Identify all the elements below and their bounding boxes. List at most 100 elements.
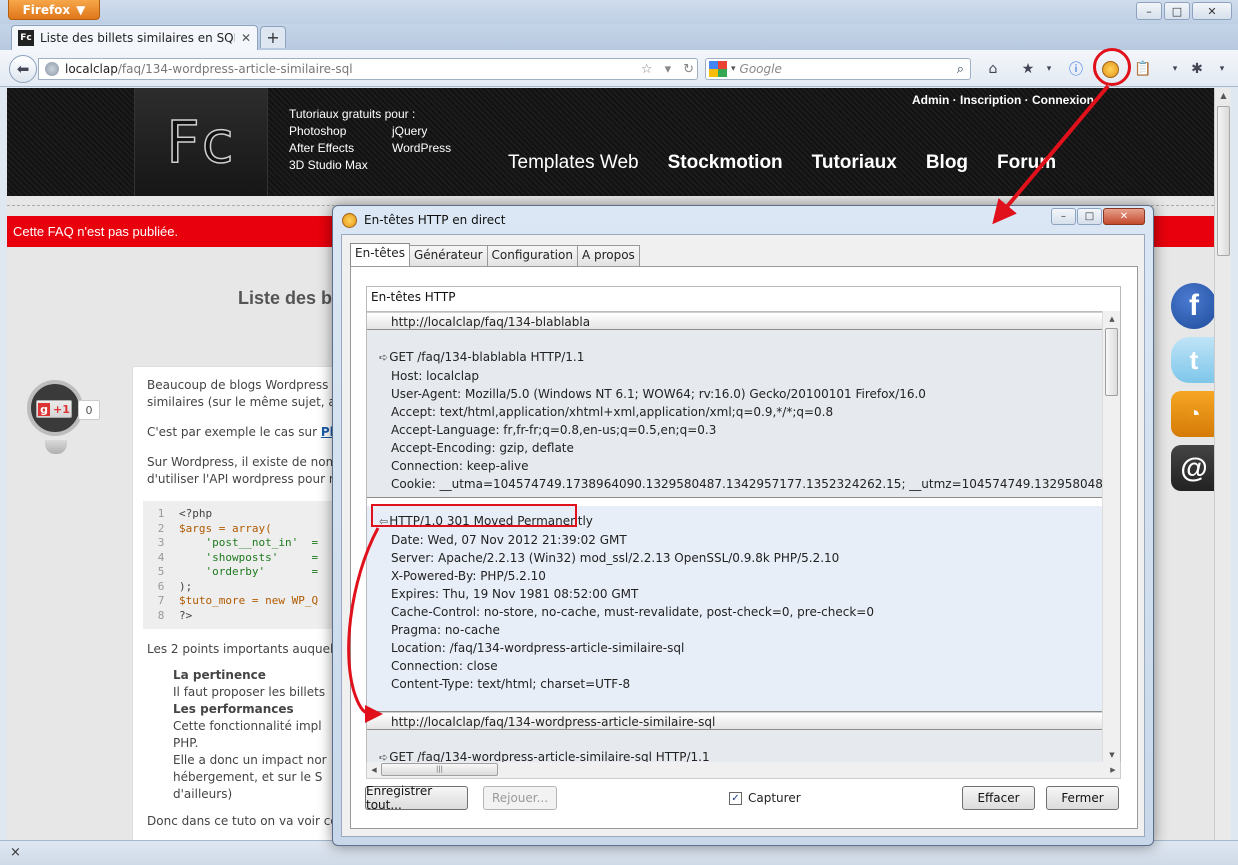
maximize-button[interactable]: □ (1077, 208, 1102, 225)
menu-dropdown-icon[interactable]: ▾ (1212, 59, 1232, 79)
google-icon[interactable] (709, 61, 727, 77)
tab-headers[interactable]: En-têtes (350, 243, 410, 266)
category-link[interactable]: 3D Studio Max (289, 157, 392, 174)
dialog-title: En-têtes HTTP en direct (364, 213, 506, 227)
close-icon[interactable]: × (10, 845, 21, 860)
globe-icon (45, 62, 59, 76)
bookmark-star-icon[interactable]: ☆ (638, 62, 656, 77)
replay-button[interactable]: Rejouer... (483, 786, 557, 810)
scrollbar-thumb[interactable] (1217, 106, 1230, 256)
close-button[interactable]: Fermer (1046, 786, 1119, 810)
tab-generator[interactable]: Générateur (408, 245, 488, 266)
bookmarks-dropdown-icon[interactable]: ▾ (1039, 59, 1059, 79)
nav-item-templates[interactable]: Templates Web (508, 152, 639, 174)
window-controls: – □ ✕ (1136, 2, 1232, 20)
home-icon[interactable]: ⌂ (983, 59, 1003, 79)
headers-list[interactable]: http://localclap/faq/134-blablabla ➪GET … (367, 311, 1102, 763)
account-links[interactable]: Admin · Inscription · Connexion (912, 93, 1094, 107)
tab-active[interactable]: Fc Liste des billets similaires en SQL (… (11, 25, 258, 50)
list-item-text: hébergement, et sur le S (173, 770, 323, 784)
clipboard-icon[interactable]: 📋 (1133, 59, 1153, 79)
category-link[interactable]: After Effects (289, 140, 392, 157)
tab-about[interactable]: A propos (576, 245, 640, 266)
response-headers: ⇦HTTP/1.0 301 Moved Permanently Date: We… (367, 506, 1102, 712)
bookmarks-icon[interactable]: ★ (1018, 59, 1038, 79)
minimize-button[interactable]: – (1051, 208, 1076, 225)
code-text: $tuto_more = new WP_Q (179, 594, 319, 607)
dialog-close-button[interactable]: ✕ (1103, 208, 1145, 225)
scrollbar-thumb[interactable] (1105, 328, 1118, 396)
capture-label: Capturer (748, 791, 801, 805)
rss-icon[interactable]: ◔ (1171, 391, 1214, 437)
dialog-window-controls: – □ ✕ (1051, 208, 1145, 225)
request-url-row[interactable]: http://localclap/faq/134-wordpress-artic… (367, 712, 1102, 730)
line-number: 7 (157, 594, 165, 607)
clipboard-dropdown-icon[interactable]: ▾ (1165, 59, 1185, 79)
minimize-button[interactable]: – (1136, 2, 1162, 20)
save-all-button[interactable]: Enregistrer tout... (365, 784, 468, 812)
request-url-row[interactable]: http://localclap/faq/134-blablabla (367, 312, 1102, 330)
scrollbar-thumb[interactable]: ||| (381, 763, 498, 776)
header-line: Content-Type: text/html; charset=UTF-8 (391, 677, 631, 691)
nav-item-tutoriaux[interactable]: Tutoriaux (812, 152, 897, 174)
extension-icon[interactable]: ✱ (1187, 59, 1207, 79)
list-item-text: Cette fonctionnalité impl (173, 719, 322, 733)
search-bar[interactable]: ▾ Google ⌕ (705, 58, 971, 80)
clear-button[interactable]: Effacer (962, 786, 1035, 810)
tab-close-icon[interactable]: ✕ (241, 31, 251, 45)
new-tab-button[interactable]: + (260, 26, 286, 48)
code-line: 6); (143, 580, 341, 595)
line-number: 4 (157, 550, 165, 564)
list-item-text: d'ailleurs) (173, 787, 233, 801)
list-item-title: La pertinence (173, 668, 266, 682)
twitter-icon[interactable]: t (1171, 337, 1214, 383)
history-dropdown-icon[interactable]: ▾ (662, 62, 675, 77)
window-close-button[interactable]: ✕ (1192, 2, 1232, 20)
info-icon[interactable]: ⓘ (1066, 59, 1086, 79)
annotation-box (371, 504, 577, 527)
article-text: d'utiliser l'API wordpress pour ré (147, 472, 337, 486)
tab-configuration[interactable]: Configuration (486, 245, 578, 266)
scroll-up-icon[interactable]: ▲ (1215, 88, 1232, 104)
firefox-menu-button[interactable]: Firefox ▼ (8, 0, 100, 20)
header-line: User-Agent: Mozilla/5.0 (Windows NT 6.1;… (391, 387, 926, 401)
category-link[interactable]: WordPress (392, 140, 472, 157)
email-icon[interactable]: @ (1171, 445, 1214, 491)
capture-checkbox[interactable]: ✓ (729, 791, 742, 805)
scroll-left-icon[interactable]: ◀ (367, 762, 381, 778)
page-scrollbar[interactable]: ▲ (1214, 88, 1231, 840)
article-text: C'est par exemple le cas sur (147, 425, 321, 439)
code-line: 7 $tuto_more = new WP_Q (143, 594, 341, 609)
gplus-button[interactable]: g +1 (36, 400, 72, 418)
search-engine-dropdown-icon[interactable]: ▾ (731, 64, 736, 74)
headers-vscrollbar[interactable]: ▲ ▼ (1102, 311, 1120, 763)
url-path: /faq/134-wordpress-article-similaire-sql (117, 62, 353, 76)
nav-item-stockmotion[interactable]: Stockmotion (668, 152, 783, 174)
list-item-text: Elle a donc un impact nor (173, 753, 327, 767)
scroll-up-icon[interactable]: ▲ (1103, 311, 1121, 327)
tab-panel: En-têtes HTTP http://localclap/faq/134-b… (350, 266, 1138, 829)
scroll-down-icon[interactable]: ▼ (1103, 747, 1121, 763)
category-link[interactable]: jQuery (392, 123, 472, 140)
tab-title: Liste des billets similaires en SQL (san… (40, 31, 235, 45)
dialog-titlebar[interactable]: En-têtes HTTP en direct – □ ✕ (333, 206, 1153, 234)
site-logo[interactable]: Fc (134, 88, 268, 196)
social-links: f t ◔ @ (1171, 283, 1214, 499)
nav-item-blog[interactable]: Blog (926, 152, 968, 174)
site-header: Fc Tutoriaux gratuits pour : Photoshop j… (7, 88, 1214, 196)
facebook-icon[interactable]: f (1171, 283, 1214, 329)
back-button[interactable]: ⬅ (9, 55, 37, 83)
search-icon[interactable]: ⌕ (957, 62, 970, 77)
request-headers: ➪GET /faq/134-wordpress-article-similair… (367, 730, 1102, 763)
header-line: Accept-Language: fr,fr-fr;q=0.8,en-us;q=… (391, 423, 717, 437)
capture-toggle[interactable]: ✓ Capturer (729, 791, 801, 805)
reload-icon[interactable]: ↻ (680, 62, 697, 77)
url-text[interactable]: localclap/faq/134-wordpress-article-simi… (65, 62, 632, 76)
maximize-button[interactable]: □ (1164, 2, 1190, 20)
nav-item-forum[interactable]: Forum (997, 152, 1056, 174)
headers-hscrollbar[interactable]: ◀ ||| ▶ (366, 762, 1121, 779)
url-bar[interactable]: localclap/faq/134-wordpress-article-simi… (38, 58, 698, 80)
scroll-right-icon[interactable]: ▶ (1106, 762, 1120, 778)
header-line: Connection: keep-alive (391, 459, 529, 473)
category-link[interactable]: Photoshop (289, 123, 392, 140)
